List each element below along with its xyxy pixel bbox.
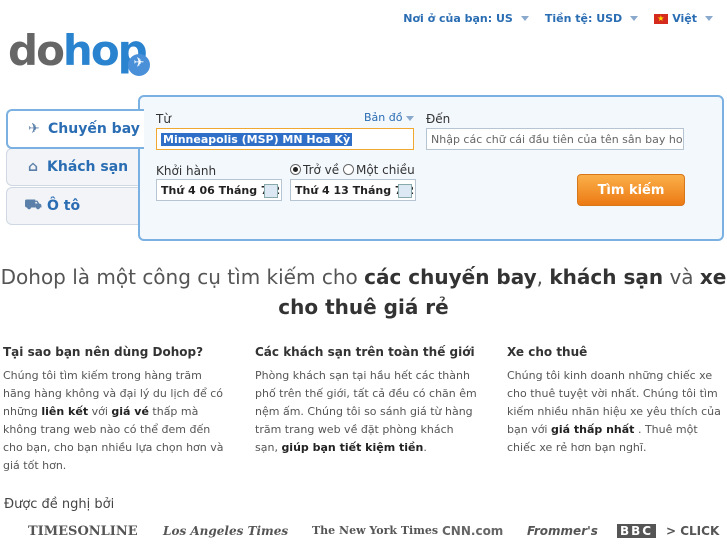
return-radio[interactable]: Trở về — [290, 163, 339, 177]
feature-title: Các khách sạn trên toàn thế giới — [255, 345, 475, 359]
cnn-logo: CNN.com — [442, 524, 504, 538]
frommers-logo: Frommer's — [527, 524, 598, 538]
chevron-down-icon — [406, 116, 415, 121]
feature-why-dohop: Tại sao bạn nên dùng Dohop? Chúng tôi tì… — [3, 345, 229, 475]
feature-hotels: Các khách sạn trên toàn thế giới Phòng k… — [255, 345, 477, 457]
tagline-text: Dohop là một công cụ tìm kiếm cho — [0, 265, 365, 289]
to-input[interactable]: Nhập các chữ cái đầu tiên của tên sân ba… — [426, 128, 684, 150]
location-selector[interactable]: Nơi ở của bạn: US — [403, 12, 529, 25]
oneway-option-label: Một chiều — [355, 163, 415, 177]
tagline-text: và — [663, 265, 700, 289]
currency-label: Tiền tệ: USD — [544, 12, 623, 25]
tagline-bold: xe — [699, 265, 727, 289]
return-option-label: Trở về — [303, 163, 340, 177]
vietnam-flag-icon — [654, 13, 669, 25]
calendar-icon[interactable] — [264, 184, 278, 198]
logo-text-do: do — [8, 26, 65, 75]
click-logo: > CLICK — [666, 524, 720, 538]
radio-checked-icon — [290, 164, 301, 175]
bbc-logo: BBC — [617, 524, 657, 538]
plane-icon: ✈ — [28, 121, 40, 137]
from-input[interactable]: Minneapolis (MSP) MN Hoa Kỳ — [156, 128, 414, 150]
tab-flights[interactable]: ✈ Chuyến bay — [6, 109, 144, 149]
la-times-logo: Los Angeles Times — [163, 524, 289, 538]
to-label: Đến — [426, 112, 451, 126]
tab-hotels-label: Khách sạn — [47, 159, 129, 175]
radio-empty-icon — [342, 164, 354, 175]
calendar-icon[interactable] — [398, 184, 412, 198]
feature-title: Tại sao bạn nên dùng Dohop? — [3, 345, 204, 359]
press-logos: TIMESONLINE Los Angeles Times The New Yo… — [0, 524, 727, 544]
currency-selector[interactable]: Tiền tệ: USD — [544, 12, 639, 25]
car-icon: ⛟ — [24, 197, 42, 213]
house-icon: ⌂ — [27, 159, 39, 175]
language-label: Việt — [672, 12, 697, 25]
search-button[interactable]: Tìm kiếm — [577, 174, 685, 206]
feature-text: Phòng khách sạn tại hầu hết các thành ph… — [255, 367, 477, 457]
feature-text-bold: giá vé — [111, 405, 149, 418]
chevron-down-icon — [630, 16, 639, 21]
tab-flights-label: Chuyến bay — [48, 121, 140, 137]
tagline-text: , — [536, 265, 550, 289]
top-nav: Nơi ở của bạn: US Tiền tệ: USD Việt — [403, 12, 713, 25]
map-link[interactable]: Bản đồ — [364, 111, 415, 124]
oneway-radio[interactable]: Một chiều — [342, 163, 415, 177]
times-online-logo: TIMESONLINE — [28, 524, 138, 539]
feature-text-bold: giúp bạn tiết kiệm tiền — [281, 441, 424, 454]
return-date-input[interactable]: Thứ 4 13 Tháng 7 2 — [290, 179, 416, 201]
depart-date-input[interactable]: Thứ 4 06 Tháng 7 2 — [156, 179, 282, 201]
feature-cars: Xe cho thuê Chúng tôi kinh doanh những c… — [507, 345, 725, 457]
chevron-down-icon — [520, 16, 529, 21]
tab-cars-label: Ô tô — [47, 198, 81, 214]
tab-cars[interactable]: ⛟ Ô tô — [6, 187, 141, 225]
tagline-bold: cho thuê giá rẻ — [278, 295, 449, 319]
feature-text: Chúng tôi kinh doanh những chiếc xe cho … — [507, 367, 725, 457]
nyt-logo: The New York Times — [312, 524, 439, 537]
feature-text-bold: giá thấp nhất — [550, 423, 635, 436]
return-date-value: Thứ 4 13 Tháng 7 2 — [295, 184, 415, 197]
from-label: Từ — [156, 112, 171, 126]
feature-title: Xe cho thuê — [507, 345, 588, 359]
location-label: Nơi ở của bạn: US — [403, 12, 513, 25]
dohop-logo[interactable]: dohop — [8, 26, 148, 75]
tagline: Dohop là một công cụ tìm kiếm cho các ch… — [0, 262, 727, 322]
search-button-label: Tìm kiếm — [597, 182, 665, 198]
trip-type-group: Trở về Một chiều — [290, 163, 415, 177]
language-selector[interactable]: Việt — [654, 12, 713, 25]
chevron-down-icon — [705, 16, 713, 21]
flight-search-panel: Từ Bản đồ Minneapolis (MSP) MN Hoa Kỳ Đế… — [138, 95, 724, 241]
feature-text: Chúng tôi tìm kiếm trong hàng trăm hãng … — [3, 367, 229, 475]
recommended-by-label: Được đề nghị bởi — [4, 497, 115, 512]
feature-text-bold: liên kết — [41, 405, 89, 418]
depart-date-value: Thứ 4 06 Tháng 7 2 — [161, 184, 281, 197]
depart-label: Khởi hành — [156, 164, 217, 178]
to-placeholder: Nhập các chữ cái đầu tiên của tên sân ba… — [431, 133, 684, 146]
feature-text-part: với — [88, 405, 112, 418]
from-value: Minneapolis (MSP) MN Hoa Kỳ — [161, 133, 353, 146]
feature-text-part: . — [423, 441, 427, 454]
tab-hotels[interactable]: ⌂ Khách sạn — [6, 148, 141, 186]
tagline-bold: khách sạn — [549, 265, 664, 289]
tagline-bold: các chuyến bay — [364, 265, 537, 289]
map-link-label: Bản đồ — [364, 111, 403, 124]
